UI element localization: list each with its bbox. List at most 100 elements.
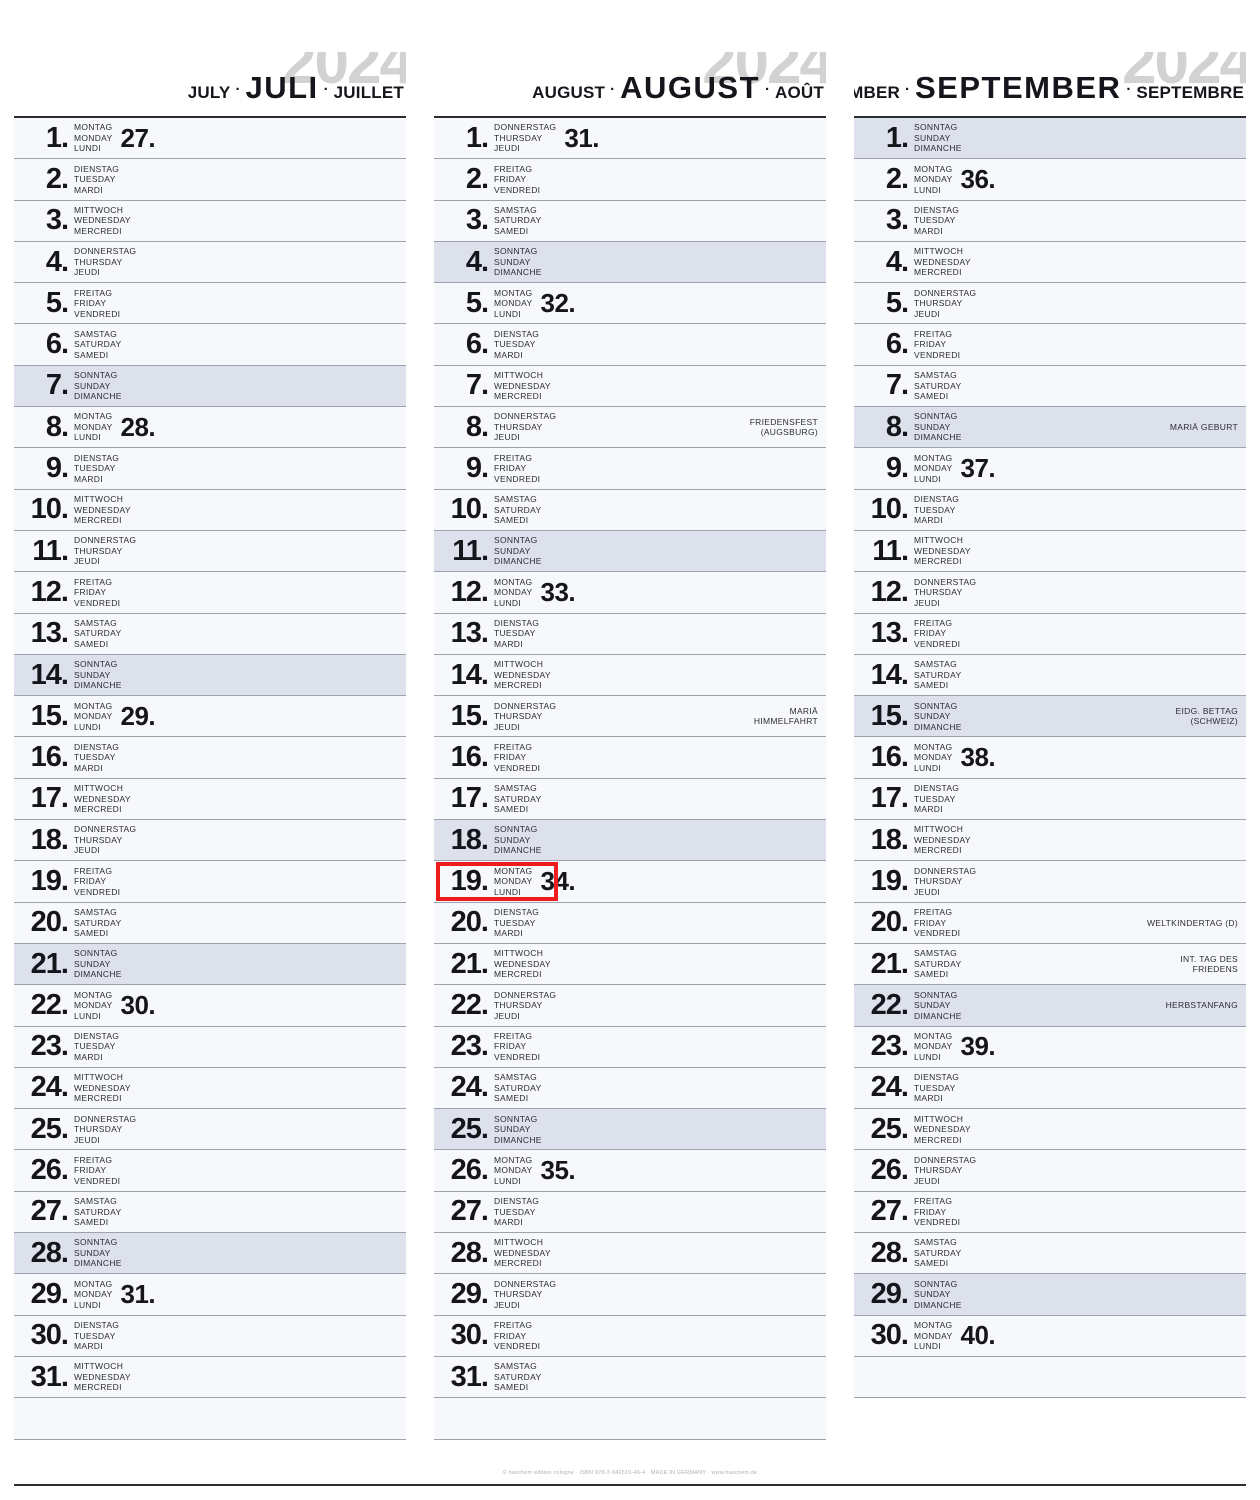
day-row[interactable]: 2. MONTAG MONDAY LUNDI 36. bbox=[854, 159, 1246, 201]
day-row[interactable]: 16. FREITAG FRIDAY VENDREDI bbox=[434, 737, 826, 779]
day-row[interactable]: 7. SONNTAG SUNDAY DIMANCHE bbox=[14, 365, 406, 408]
day-row[interactable]: 14. MITTWOCH WEDNESDAY MERCREDI bbox=[434, 654, 826, 697]
day-row[interactable]: 19. MONTAG MONDAY LUNDI 34. bbox=[434, 861, 826, 903]
day-row[interactable]: 23. FREITAG FRIDAY VENDREDI bbox=[434, 1026, 826, 1068]
day-row[interactable]: 29. MONTAG MONDAY LUNDI 31. bbox=[14, 1274, 406, 1316]
day-row[interactable]: 13. DIENSTAG TUESDAY MARDI bbox=[434, 613, 826, 655]
day-row[interactable]: 22. DONNERSTAG THURSDAY JEUDI bbox=[434, 985, 826, 1027]
day-row[interactable]: 7. SAMSTAG SATURDAY SAMEDI bbox=[854, 365, 1246, 408]
day-row[interactable]: 3. MITTWOCH WEDNESDAY MERCREDI bbox=[14, 200, 406, 242]
month-column-september: 2024SEPTEMBER·SEPTEMBER·SEPTEMBRE1.SONNT… bbox=[840, 0, 1260, 1500]
day-row[interactable]: 4. SONNTAG SUNDAY DIMANCHE bbox=[434, 241, 826, 284]
day-row[interactable]: 18. DONNERSTAG THURSDAY JEUDI bbox=[14, 820, 406, 862]
day-row[interactable]: 12. MONTAG MONDAY LUNDI 33. bbox=[434, 572, 826, 614]
day-row[interactable]: 1. SONNTAG SUNDAY DIMANCHE bbox=[854, 118, 1246, 160]
day-row[interactable]: 12. DONNERSTAG THURSDAY JEUDI bbox=[854, 572, 1246, 614]
day-row[interactable]: 26. MONTAG MONDAY LUNDI 35. bbox=[434, 1150, 826, 1192]
day-row[interactable]: 2. DIENSTAG TUESDAY MARDI bbox=[14, 159, 406, 201]
day-row[interactable]: 5. DONNERSTAG THURSDAY JEUDI bbox=[854, 283, 1246, 325]
day-number: 18. bbox=[450, 823, 489, 856]
weekday-fr: MARDI bbox=[914, 1093, 943, 1104]
day-row[interactable]: 20. FREITAG FRIDAY VENDREDI WELTKINDERTAG (D… bbox=[854, 902, 1246, 944]
day-row[interactable]: 9. DIENSTAG TUESDAY MARDI bbox=[14, 448, 406, 490]
day-row[interactable]: 11. SONNTAG SUNDAY DIMANCHE bbox=[434, 530, 826, 573]
day-row[interactable]: 22. SONNTAG SUNDAY DIMANCHE HERBSTANFANG bbox=[854, 985, 1246, 1027]
day-row[interactable]: 18. SONNTAG SUNDAY DIMANCHE bbox=[434, 820, 826, 862]
day-row[interactable]: 18. MITTWOCH WEDNESDAY MERCREDI bbox=[854, 820, 1246, 862]
day-row[interactable]: 1. MONTAG MONDAY LUNDI 27. bbox=[14, 118, 406, 160]
day-row[interactable]: 21. SONNTAG SUNDAY DIMANCHE bbox=[14, 943, 406, 986]
day-row[interactable]: 22. MONTAG MONDAY LUNDI 30. bbox=[14, 985, 406, 1027]
day-row[interactable]: 17. DIENSTAG TUESDAY MARDI bbox=[854, 778, 1246, 821]
day-row[interactable]: 3. DIENSTAG TUESDAY MARDI bbox=[854, 200, 1246, 242]
day-row[interactable]: 24. MITTWOCH WEDNESDAY MERCREDI bbox=[14, 1067, 406, 1110]
day-row[interactable]: 14. SAMSTAG SATURDAY SAMEDI bbox=[854, 654, 1246, 697]
day-row[interactable]: 28. SONNTAG SUNDAY DIMANCHE bbox=[14, 1233, 406, 1275]
day-row[interactable]: 4. MITTWOCH WEDNESDAY MERCREDI bbox=[854, 241, 1246, 284]
weekday-fr: LUNDI bbox=[494, 1175, 522, 1186]
day-row[interactable]: 10. SAMSTAG SATURDAY SAMEDI bbox=[434, 489, 826, 531]
day-row[interactable]: 12. FREITAG FRIDAY VENDREDI bbox=[14, 572, 406, 614]
day-number: 14. bbox=[870, 658, 909, 691]
week-number: 31. bbox=[120, 1278, 156, 1309]
day-row[interactable]: 16. DIENSTAG TUESDAY MARDI bbox=[14, 737, 406, 779]
day-row[interactable]: 6. FREITAG FRIDAY VENDREDI bbox=[854, 324, 1246, 366]
day-row[interactable]: 29. SONNTAG SUNDAY DIMANCHE bbox=[854, 1274, 1246, 1316]
day-row[interactable]: 15. SONNTAG SUNDAY DIMANCHE EIDG. BETTAG (SC… bbox=[854, 696, 1246, 738]
day-row[interactable]: 8. MONTAG MONDAY LUNDI 28. bbox=[14, 407, 406, 449]
day-row[interactable]: 26. FREITAG FRIDAY VENDREDI bbox=[14, 1150, 406, 1192]
day-row[interactable]: 28. MITTWOCH WEDNESDAY MERCREDI bbox=[434, 1233, 826, 1275]
day-row[interactable]: 2. FREITAG FRIDAY VENDREDI bbox=[434, 159, 826, 201]
day-row[interactable]: 9. FREITAG FRIDAY VENDREDI bbox=[434, 448, 826, 490]
day-row[interactable]: 28. SAMSTAG SATURDAY SAMEDI bbox=[854, 1233, 1246, 1275]
day-row[interactable]: 14. SONNTAG SUNDAY DIMANCHE bbox=[14, 654, 406, 697]
day-row[interactable]: 30. DIENSTAG TUESDAY MARDI bbox=[14, 1315, 406, 1357]
day-row[interactable]: 21. MITTWOCH WEDNESDAY MERCREDI bbox=[434, 943, 826, 986]
day-row[interactable]: 4. DONNERSTAG THURSDAY JEUDI bbox=[14, 241, 406, 284]
day-row[interactable]: 5. MONTAG MONDAY LUNDI 32. bbox=[434, 283, 826, 325]
day-row[interactable]: 20. SAMSTAG SATURDAY SAMEDI bbox=[14, 902, 406, 944]
day-row[interactable]: 27. SAMSTAG SATURDAY SAMEDI bbox=[14, 1191, 406, 1234]
day-row[interactable]: 13. FREITAG FRIDAY VENDREDI bbox=[854, 613, 1246, 655]
day-row[interactable]: 6. SAMSTAG SATURDAY SAMEDI bbox=[14, 324, 406, 366]
day-row[interactable]: 30. FREITAG FRIDAY VENDREDI bbox=[434, 1315, 826, 1357]
day-row[interactable]: 27. FREITAG FRIDAY VENDREDI bbox=[854, 1191, 1246, 1234]
day-row[interactable]: 26. DONNERSTAG THURSDAY JEUDI bbox=[854, 1150, 1246, 1192]
day-row[interactable]: 6. DIENSTAG TUESDAY MARDI bbox=[434, 324, 826, 366]
day-row[interactable]: 9. MONTAG MONDAY LUNDI 37. bbox=[854, 448, 1246, 490]
day-row[interactable]: 15. MONTAG MONDAY LUNDI 29. bbox=[14, 696, 406, 738]
day-row[interactable]: 17. SAMSTAG SATURDAY SAMEDI bbox=[434, 778, 826, 821]
day-row[interactable]: 3. SAMSTAG SATURDAY SAMEDI bbox=[434, 200, 826, 242]
day-row[interactable]: 5. FREITAG FRIDAY VENDREDI bbox=[14, 283, 406, 325]
day-row[interactable]: 23. MONTAG MONDAY LUNDI 39. bbox=[854, 1026, 1246, 1068]
day-row[interactable]: 23. DIENSTAG TUESDAY MARDI bbox=[14, 1026, 406, 1068]
day-row[interactable]: 29. DONNERSTAG THURSDAY JEUDI bbox=[434, 1274, 826, 1316]
weekday-fr: MARDI bbox=[74, 1051, 103, 1062]
day-row[interactable]: 8. DONNERSTAG THURSDAY JEUDI FRIEDENSFEST (A… bbox=[434, 407, 826, 449]
day-row[interactable]: 31. SAMSTAG SATURDAY SAMEDI bbox=[434, 1356, 826, 1399]
day-row[interactable]: 31. MITTWOCH WEDNESDAY MERCREDI bbox=[14, 1356, 406, 1399]
day-row[interactable]: 27. DIENSTAG TUESDAY MARDI bbox=[434, 1191, 826, 1234]
day-row[interactable]: 8. SONNTAG SUNDAY DIMANCHE MARIÄ GEBURT bbox=[854, 407, 1246, 449]
day-row[interactable]: 13. SAMSTAG SATURDAY SAMEDI bbox=[14, 613, 406, 655]
day-row[interactable]: 25. DONNERSTAG THURSDAY JEUDI bbox=[14, 1109, 406, 1151]
weekday-en: FRIDAY bbox=[914, 339, 947, 350]
day-row[interactable]: 11. DONNERSTAG THURSDAY JEUDI bbox=[14, 530, 406, 573]
day-row[interactable]: 19. DONNERSTAG THURSDAY JEUDI bbox=[854, 861, 1246, 903]
day-row[interactable]: 19. FREITAG FRIDAY VENDREDI bbox=[14, 861, 406, 903]
day-row[interactable]: 24. DIENSTAG TUESDAY MARDI bbox=[854, 1067, 1246, 1110]
day-row[interactable]: 16. MONTAG MONDAY LUNDI 38. bbox=[854, 737, 1246, 779]
day-row[interactable]: 15. DONNERSTAG THURSDAY JEUDI MARIÄ HIMMELFA… bbox=[434, 696, 826, 738]
day-row[interactable]: 21. SAMSTAG SATURDAY SAMEDI INT. TAG DES FRI… bbox=[854, 943, 1246, 986]
day-row[interactable]: 25. MITTWOCH WEDNESDAY MERCREDI bbox=[854, 1109, 1246, 1151]
day-row[interactable]: 7. MITTWOCH WEDNESDAY MERCREDI bbox=[434, 365, 826, 408]
day-row[interactable]: 11. MITTWOCH WEDNESDAY MERCREDI bbox=[854, 530, 1246, 573]
day-row[interactable]: 1. DONNERSTAG THURSDAY JEUDI 31. bbox=[434, 118, 826, 160]
day-row[interactable]: 20. DIENSTAG TUESDAY MARDI bbox=[434, 902, 826, 944]
day-row[interactable]: 25. SONNTAG SUNDAY DIMANCHE bbox=[434, 1109, 826, 1151]
day-row[interactable]: 10. MITTWOCH WEDNESDAY MERCREDI bbox=[14, 489, 406, 531]
day-row[interactable]: 10. DIENSTAG TUESDAY MARDI bbox=[854, 489, 1246, 531]
day-row[interactable]: 24. SAMSTAG SATURDAY SAMEDI bbox=[434, 1067, 826, 1110]
day-row[interactable]: 30. MONTAG MONDAY LUNDI 40. bbox=[854, 1315, 1246, 1357]
day-row[interactable]: 17. MITTWOCH WEDNESDAY MERCREDI bbox=[14, 778, 406, 821]
